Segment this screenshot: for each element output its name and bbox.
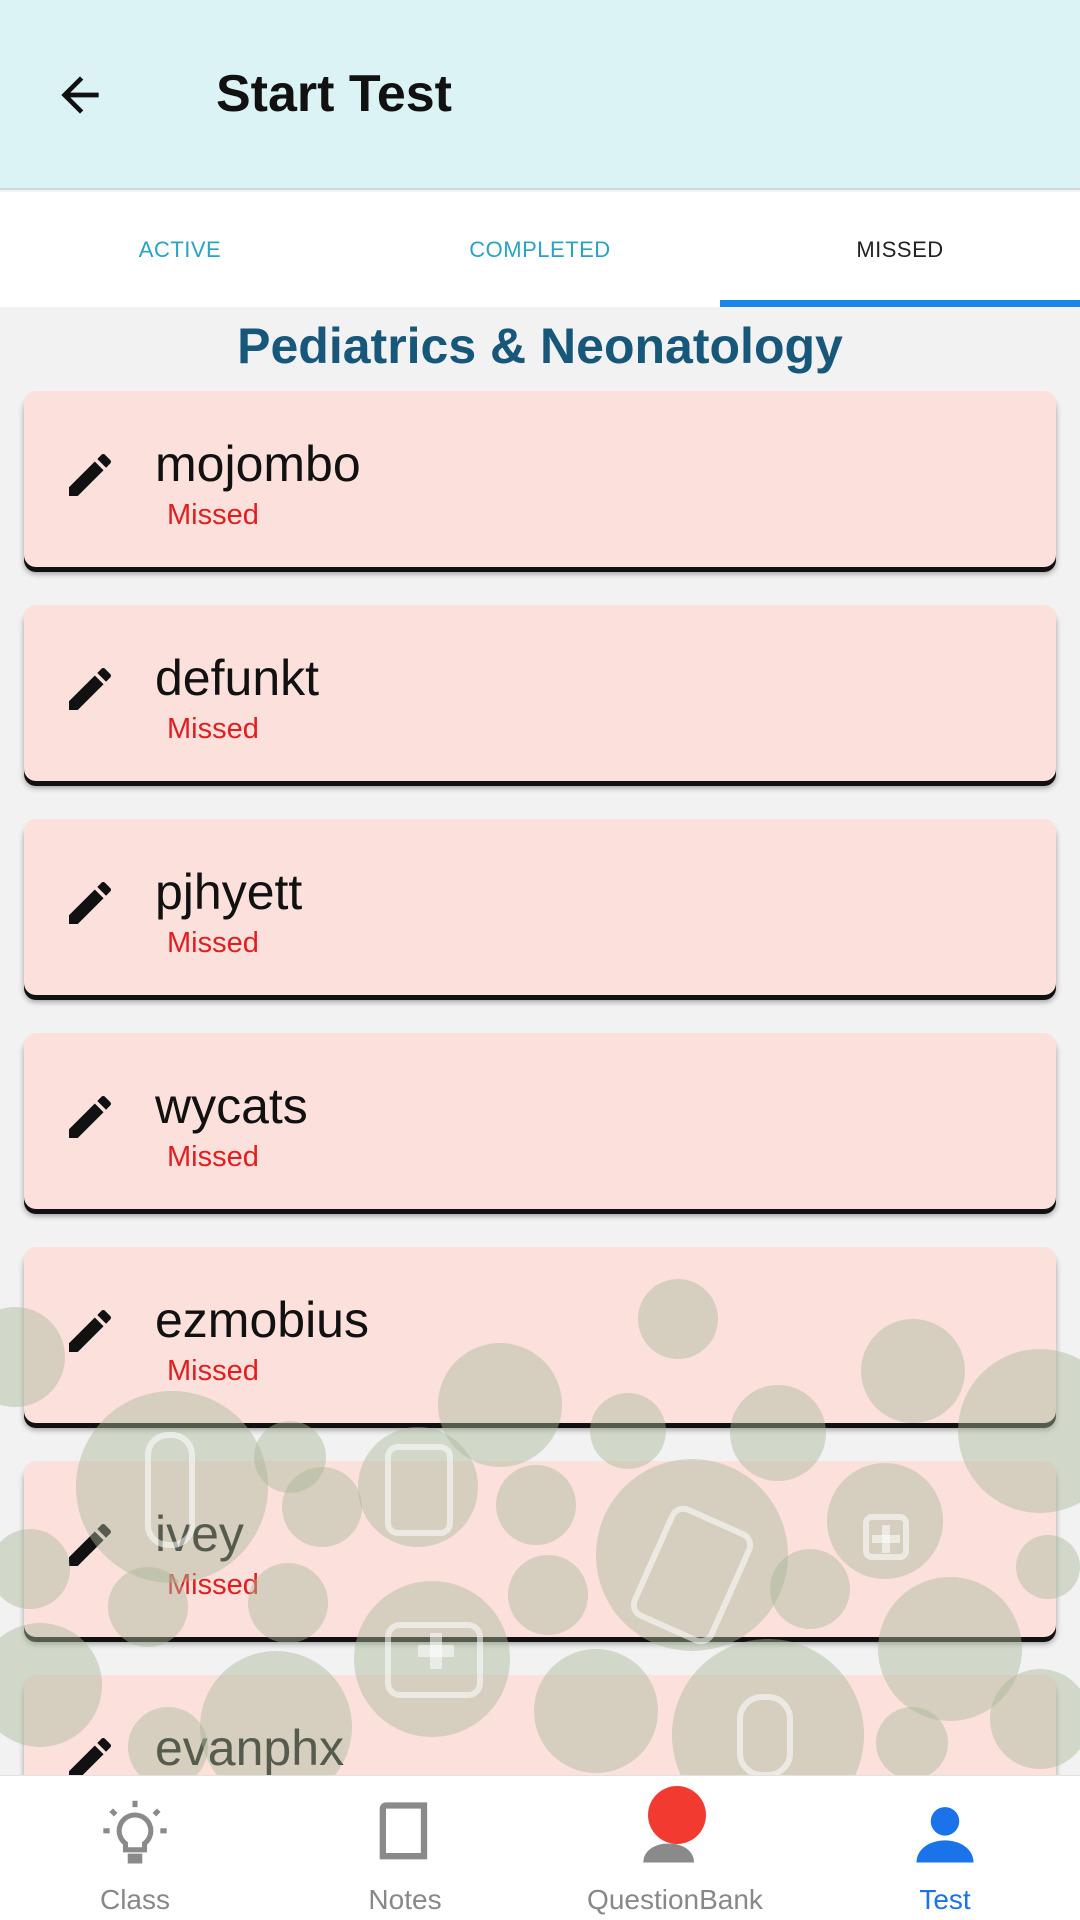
test-name: wycats xyxy=(155,1078,308,1134)
nav-label: Notes xyxy=(368,1884,442,1915)
bottom-navigation: Class Notes QuestionBank Test xyxy=(0,1775,1080,1920)
person-icon xyxy=(905,1794,985,1874)
app-screen: Start Test ACTIVE COMPLETED MISSED Pedia… xyxy=(0,0,1080,1920)
back-button[interactable] xyxy=(40,55,120,135)
status-label: Missed xyxy=(167,927,259,959)
test-name: pjhyett xyxy=(155,864,303,920)
arrow-left-icon xyxy=(61,76,99,114)
app-bar: Start Test xyxy=(0,0,1080,190)
pencil-icon xyxy=(69,667,112,710)
list-item[interactable]: ezmobius Missed xyxy=(24,1247,1056,1423)
lightbulb-icon xyxy=(95,1794,175,1874)
nav-label: Test xyxy=(919,1884,971,1915)
list-item[interactable]: evanphx xyxy=(24,1675,1056,1775)
test-list-area[interactable]: Pediatrics & Neonatology mojombo Missed … xyxy=(0,307,1080,1775)
notification-badge xyxy=(648,1786,706,1844)
pencil-icon xyxy=(69,453,112,496)
nav-label: Class xyxy=(99,1884,170,1915)
pencil-icon xyxy=(69,1523,112,1566)
list-item[interactable]: wycats Missed xyxy=(24,1033,1056,1209)
nav-class[interactable]: Class xyxy=(0,1776,270,1920)
test-name: defunkt xyxy=(155,650,320,706)
nav-label: QuestionBank xyxy=(587,1884,763,1915)
list-item[interactable]: mojombo Missed xyxy=(24,391,1056,567)
tab-bar: ACTIVE COMPLETED MISSED xyxy=(0,192,1080,307)
list-item[interactable]: defunkt Missed xyxy=(24,605,1056,781)
status-label: Missed xyxy=(167,713,259,745)
status-label: Missed xyxy=(167,1355,259,1387)
list-item[interactable]: ivey Missed xyxy=(24,1461,1056,1637)
pencil-icon xyxy=(69,881,112,924)
page-title: Start Test xyxy=(216,65,452,123)
pencil-icon xyxy=(69,1737,112,1775)
test-list: mojombo Missed defunkt Missed pjhyett Mi… xyxy=(24,391,1056,1775)
status-label: Missed xyxy=(167,1141,259,1173)
test-name: evanphx xyxy=(155,1720,345,1775)
status-label: Missed xyxy=(167,1569,259,1601)
list-item[interactable]: pjhyett Missed xyxy=(24,819,1056,995)
nav-questionbank[interactable]: QuestionBank xyxy=(540,1776,810,1920)
test-name: ezmobius xyxy=(155,1292,369,1348)
tab-active[interactable]: ACTIVE xyxy=(0,192,360,307)
section-title: Pediatrics & Neonatology xyxy=(237,318,843,374)
test-name: ivey xyxy=(155,1506,244,1562)
status-label: Missed xyxy=(167,499,259,531)
tab-missed[interactable]: MISSED xyxy=(720,192,1080,307)
pencil-icon xyxy=(69,1309,112,1352)
tab-completed[interactable]: COMPLETED xyxy=(360,192,720,307)
test-name: mojombo xyxy=(155,436,361,492)
book-icon xyxy=(365,1794,445,1874)
nav-test[interactable]: Test xyxy=(810,1776,1080,1920)
nav-notes[interactable]: Notes xyxy=(270,1776,540,1920)
pencil-icon xyxy=(69,1095,112,1138)
